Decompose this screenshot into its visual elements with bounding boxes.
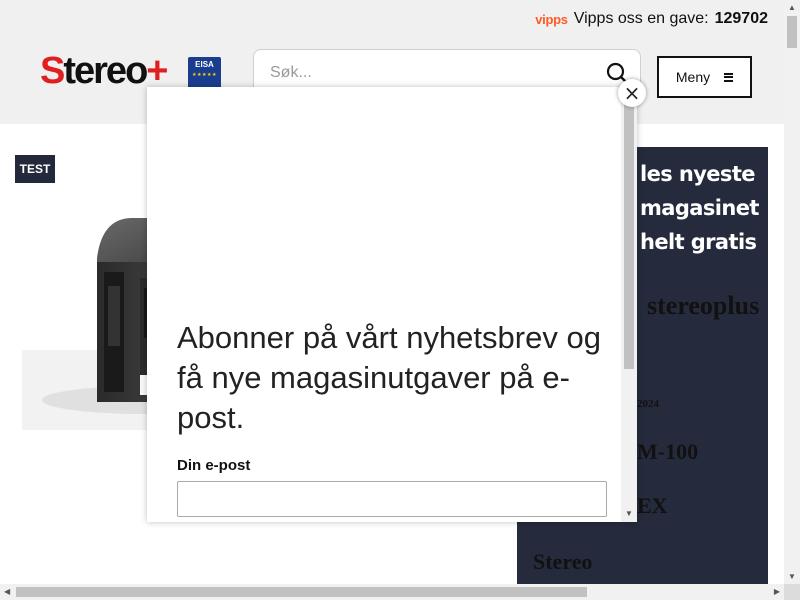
promo-date: 2024 xyxy=(637,398,659,410)
horizontal-scrollbar-thumb[interactable] xyxy=(16,587,587,597)
vipps-text: Vipps oss en gave: xyxy=(573,10,709,27)
logo-s: S xyxy=(40,50,65,92)
promo-word: Stereo xyxy=(533,549,593,574)
promo-heading: les nyeste magasinet helt gratis xyxy=(640,162,759,254)
modal-close-button[interactable]: × xyxy=(618,79,646,107)
promo-model-2: EX xyxy=(637,493,668,518)
scrollbar-corner xyxy=(784,584,800,600)
newsletter-modal: Abonner på vårt nyhetsbrev og få nye mag… xyxy=(147,87,637,522)
email-field[interactable] xyxy=(177,481,607,517)
scroll-down-icon[interactable]: ▼ xyxy=(625,510,633,518)
page-horizontal-scrollbar[interactable]: ◀ ▶ xyxy=(0,584,784,600)
site-logo[interactable]: Stereo+ xyxy=(40,50,169,92)
menu-button[interactable]: Meny xyxy=(657,56,752,98)
close-icon: × xyxy=(623,81,641,105)
scroll-up-icon[interactable]: ▲ xyxy=(788,3,796,12)
promo-brand: stereoplus xyxy=(647,291,760,320)
logo-plus: + xyxy=(146,50,168,92)
scroll-down-icon[interactable]: ▼ xyxy=(788,572,796,581)
scroll-right-icon[interactable]: ▶ xyxy=(774,587,780,596)
vipps-code: 129702 xyxy=(714,10,768,27)
eisa-label: EISA xyxy=(195,60,214,69)
scroll-left-icon[interactable]: ◀ xyxy=(4,587,10,596)
modal-scrollbar[interactable]: ▼ xyxy=(621,87,637,522)
modal-scrollbar-thumb[interactable] xyxy=(624,101,634,369)
vertical-scrollbar-thumb[interactable] xyxy=(787,16,797,48)
menu-label: Meny xyxy=(675,69,711,85)
eisa-badge[interactable]: EISA ★★★★★ xyxy=(188,57,221,89)
page-vertical-scrollbar[interactable]: ▲ ▼ xyxy=(784,0,800,584)
logo-rest: tereo xyxy=(63,50,148,92)
test-badge: TEST xyxy=(15,155,55,183)
eisa-stars-icon: ★★★★★ xyxy=(192,72,217,78)
vipps-logo: vipps xyxy=(535,11,568,27)
email-label: Din e-post xyxy=(177,457,251,474)
promo-model-1: M-100 xyxy=(637,439,699,464)
modal-title: Abonner på vårt nyhetsbrev og få nye mag… xyxy=(177,320,601,435)
hamburger-icon xyxy=(724,72,734,82)
vipps-donation[interactable]: vipps Vipps oss en gave: 129702 xyxy=(535,10,768,28)
